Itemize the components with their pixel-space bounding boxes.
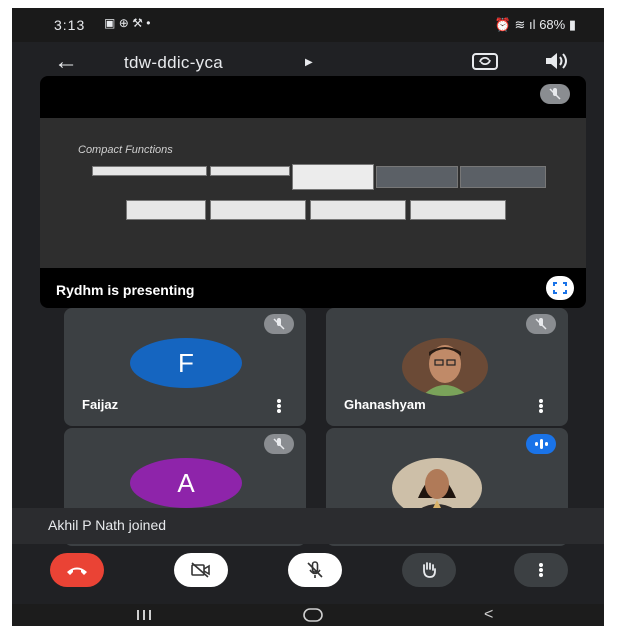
more-options-button[interactable] [514, 553, 568, 587]
presentation-tile[interactable]: Compact Functions Rydhm is presenting [40, 76, 586, 308]
recent-apps-icon[interactable] [136, 609, 152, 621]
slide-thumbnail [410, 200, 506, 220]
wifi-signal-icon: ≋ ıl [514, 17, 536, 32]
raise-hand-icon [423, 562, 436, 578]
avatar: F [130, 338, 242, 388]
status-time: 3:13 [54, 17, 86, 33]
camera-toggle-button[interactable] [174, 553, 228, 587]
camera-switch-icon[interactable] [472, 51, 498, 71]
mic-toggle-button[interactable] [288, 553, 342, 587]
join-notification: Akhil P Nath joined [12, 508, 604, 544]
mic-off-icon [540, 84, 570, 104]
slide-title: Compact Functions [78, 144, 173, 156]
presentation-mute-badge [540, 84, 570, 104]
battery-level: 68% [539, 17, 566, 32]
mic-off-icon [307, 561, 323, 578]
mic-off-icon [526, 314, 556, 334]
presenting-label: Rydhm is presenting [56, 282, 195, 298]
end-call-icon [67, 567, 87, 575]
home-icon[interactable] [302, 608, 324, 622]
status-right: ⏰ ≋ ıl 68% ▮ [495, 17, 576, 33]
slide-thumbnail [126, 200, 206, 220]
participant-mute-badge [526, 314, 556, 334]
notification-icons: ▣ ⊕ ⚒ • [104, 16, 150, 30]
call-controls [12, 544, 604, 604]
participant-name: Faijaz [82, 397, 119, 412]
slide-thumbnail [376, 166, 458, 188]
shared-screen: Compact Functions [40, 118, 586, 268]
slide-thumbnail [460, 166, 546, 188]
participant-mute-badge [264, 314, 294, 334]
raise-hand-button[interactable] [402, 553, 456, 587]
status-bar: 3:13 ▣ ⊕ ⚒ • ⏰ ≋ ıl 68% ▮ [12, 8, 604, 42]
back-arrow-icon[interactable]: ← [54, 48, 78, 76]
fullscreen-icon [553, 282, 567, 294]
back-nav-icon[interactable]: < [484, 606, 493, 624]
participant-name: Ghanashyam [344, 397, 426, 412]
game-icon: ⊕ [118, 16, 129, 30]
meeting-info-arrow-icon[interactable]: ▶ [305, 57, 313, 68]
slide-thumbnail [210, 200, 306, 220]
participant-mute-badge [264, 434, 294, 454]
wrench-icon: ⚒ [132, 16, 143, 30]
mic-off-icon [264, 314, 294, 334]
mic-off-icon [264, 434, 294, 454]
alarm-icon: ⏰ [494, 17, 511, 32]
participant-tile[interactable]: Ghanashyam [326, 308, 568, 426]
more-vert-icon[interactable] [276, 398, 282, 414]
avatar: A [130, 458, 242, 508]
meeting-code[interactable]: tdw-ddic-yca [124, 53, 223, 73]
phone-screen: 3:13 ▣ ⊕ ⚒ • ⏰ ≋ ıl 68% ▮ ← tdw-ddic-yca… [12, 8, 604, 626]
fullscreen-button[interactable] [546, 276, 574, 300]
audio-level-icon [526, 434, 556, 454]
camera-off-icon [191, 562, 210, 578]
more-vert-icon[interactable] [538, 398, 544, 414]
participant-photo [402, 338, 488, 396]
speaking-indicator [526, 434, 556, 454]
dot-icon: • [146, 16, 151, 30]
participant-tile[interactable]: F Faijaz [64, 308, 306, 426]
battery-icon: ▮ [568, 17, 576, 32]
slide-thumbnail [92, 166, 207, 176]
system-navigation-bar: < [12, 604, 604, 626]
speaker-icon[interactable] [544, 51, 568, 71]
more-vert-icon [539, 563, 543, 577]
slide-thumbnail [292, 164, 374, 190]
slide-thumbnail [210, 166, 290, 176]
slide-thumbnail [310, 200, 406, 220]
end-call-button[interactable] [50, 553, 104, 587]
gallery-icon: ▣ [104, 16, 116, 30]
